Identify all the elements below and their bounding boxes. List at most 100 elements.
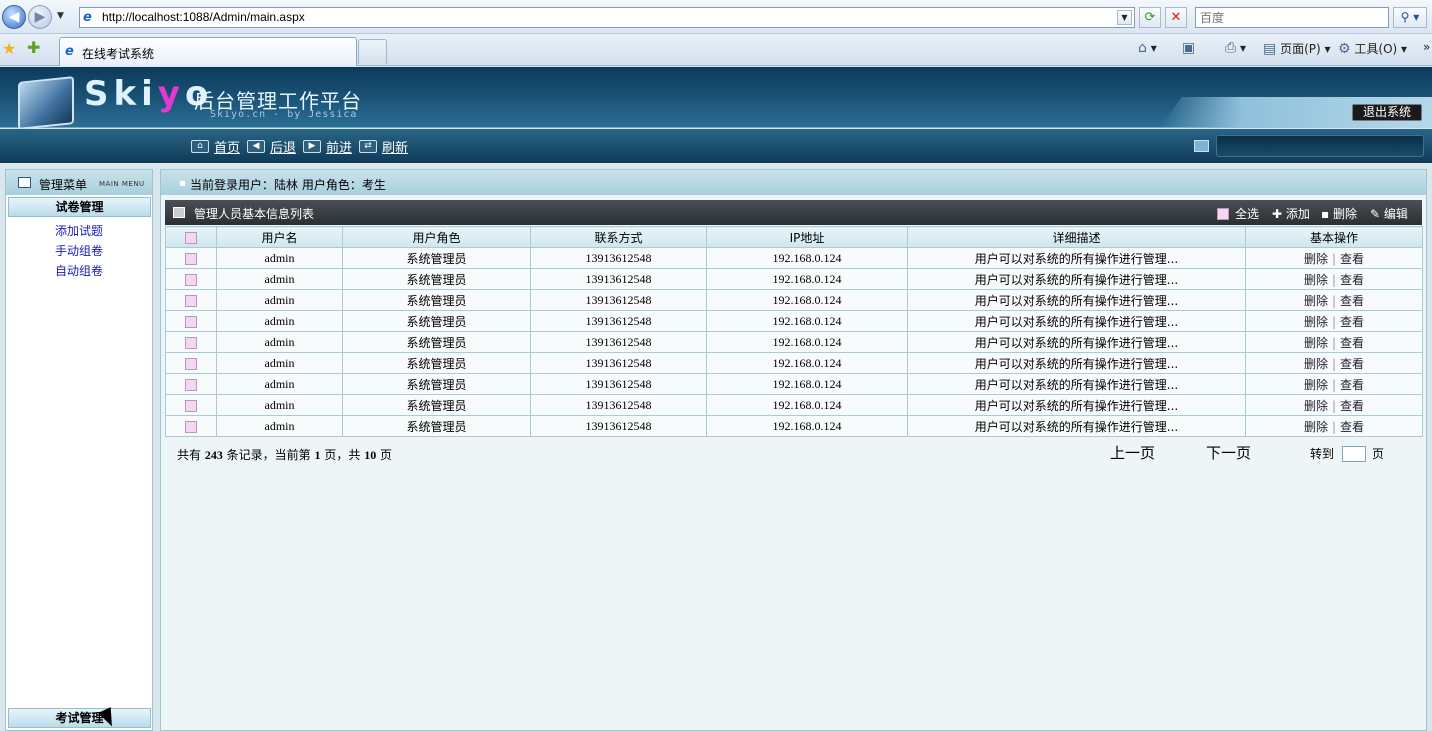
sidebar-item-manual-paper[interactable]: 手动组卷: [6, 242, 152, 259]
row-checkbox[interactable]: [185, 357, 197, 370]
prev-page-button[interactable]: 上一页: [1110, 442, 1155, 463]
nav-refresh-label[interactable]: 刷新: [382, 137, 408, 156]
home-icon[interactable]: ⌂ ▾: [1138, 40, 1157, 56]
favorites-star-icon[interactable]: ★: [2, 39, 16, 58]
cell-role: 系统管理员: [342, 310, 531, 332]
browser-stop-button[interactable]: ✕: [1165, 7, 1187, 28]
row-checkbox-cell[interactable]: [165, 268, 217, 290]
sidebar-section-exam[interactable]: 考试管理: [8, 708, 151, 728]
address-field[interactable]: e http://localhost:1088/Admin/main.aspx …: [79, 7, 1135, 28]
row-view-link[interactable]: 查看: [1340, 294, 1364, 308]
row-delete-link[interactable]: 删除: [1304, 378, 1328, 392]
sidebar-section-paper[interactable]: 试卷管理: [8, 197, 151, 217]
header-checkbox[interactable]: [185, 231, 197, 244]
delete-button[interactable]: ▪ 删除: [1321, 205, 1357, 222]
search-button[interactable]: ⚲ ▾: [1393, 7, 1427, 28]
search-input[interactable]: [1196, 8, 1388, 27]
nav-back-label[interactable]: 后退: [270, 137, 296, 156]
url-text[interactable]: http://localhost:1088/Admin/main.aspx: [102, 10, 305, 24]
sidebar-item-add-question[interactable]: 添加试题: [6, 222, 152, 239]
browser-refresh-button[interactable]: ⟳: [1139, 7, 1161, 28]
row-delete-link[interactable]: 删除: [1304, 294, 1328, 308]
row-checkbox-cell[interactable]: [165, 415, 217, 437]
select-all-button[interactable]: 全选: [1217, 205, 1259, 222]
add-button[interactable]: ✚ 添加: [1272, 205, 1310, 222]
row-checkbox-cell[interactable]: [165, 394, 217, 416]
page-menu[interactable]: ▤ 页面(P) ▾: [1263, 40, 1331, 57]
print-icon[interactable]: ⎙ ▾: [1225, 40, 1246, 56]
sidebar-item-auto-paper[interactable]: 自动组卷: [6, 262, 152, 279]
browser-forward-button[interactable]: ▶: [28, 5, 52, 29]
row-delete-link[interactable]: 删除: [1304, 357, 1328, 371]
nav-forward[interactable]: ▶ 前进: [303, 137, 352, 156]
row-delete-link[interactable]: 删除: [1304, 315, 1328, 329]
row-view-link[interactable]: 查看: [1340, 336, 1364, 350]
table-row: admin 系统管理员 13913612548 192.168.0.124 用户可以对系…: [165, 289, 1423, 311]
row-delete-link[interactable]: 删除: [1304, 336, 1328, 350]
edit-button[interactable]: ✎ 编辑: [1370, 205, 1408, 222]
row-view-link[interactable]: 查看: [1340, 357, 1364, 371]
row-view-link[interactable]: 查看: [1340, 273, 1364, 287]
row-checkbox[interactable]: [185, 378, 197, 391]
action-separator: |: [1331, 419, 1337, 434]
goto-page-input[interactable]: [1342, 445, 1367, 462]
row-checkbox[interactable]: [185, 336, 197, 349]
cell-ip: 192.168.0.124: [706, 415, 908, 437]
row-checkbox-cell[interactable]: [165, 352, 217, 374]
header-checkbox-cell[interactable]: [165, 226, 217, 248]
next-page-button[interactable]: 下一页: [1206, 442, 1251, 463]
row-checkbox[interactable]: [185, 252, 197, 265]
row-view-link[interactable]: 查看: [1340, 315, 1364, 329]
search-box[interactable]: [1195, 7, 1389, 28]
row-checkbox-cell[interactable]: [165, 289, 217, 311]
action-separator: |: [1331, 398, 1337, 413]
row-checkbox[interactable]: [185, 420, 197, 433]
row-view-link[interactable]: 查看: [1340, 252, 1364, 266]
pager-pages: 10: [364, 448, 377, 462]
nav-home-label[interactable]: 首页: [214, 137, 240, 156]
row-view-link[interactable]: 查看: [1340, 378, 1364, 392]
cell-contact: 13913612548: [530, 415, 707, 437]
goto-suffix: 页: [1372, 447, 1385, 461]
row-delete-link[interactable]: 删除: [1304, 420, 1328, 434]
cell-description: 用户可以对系统的所有操作进行管理...: [907, 394, 1246, 416]
row-view-link[interactable]: 查看: [1340, 420, 1364, 434]
nav-back[interactable]: ◀ 后退: [247, 137, 296, 156]
address-dropdown-icon[interactable]: ▼: [1117, 10, 1132, 25]
nav-refresh[interactable]: ⇄ 刷新: [359, 137, 408, 156]
row-delete-link[interactable]: 删除: [1304, 252, 1328, 266]
cell-description: 用户可以对系统的所有操作进行管理...: [907, 352, 1246, 374]
nav-home[interactable]: ⌂ 首页: [191, 137, 240, 156]
row-view-link[interactable]: 查看: [1340, 399, 1364, 413]
cell-description: 用户可以对系统的所有操作进行管理...: [907, 310, 1246, 332]
select-all-checkbox[interactable]: [1217, 207, 1229, 220]
sidebar-title: 管理菜单: [39, 178, 88, 192]
row-delete-link[interactable]: 删除: [1304, 399, 1328, 413]
row-checkbox-cell[interactable]: [165, 247, 217, 269]
nav-forward-label[interactable]: 前进: [326, 137, 352, 156]
row-delete-link[interactable]: 删除: [1304, 273, 1328, 287]
cell-contact: 13913612548: [530, 373, 707, 395]
row-checkbox-cell[interactable]: [165, 373, 217, 395]
row-checkbox[interactable]: [185, 294, 197, 307]
cell-description: 用户可以对系统的所有操作进行管理...: [907, 247, 1246, 269]
new-tab-button[interactable]: [358, 39, 387, 64]
banner: Skiyo 后台管理工作平台 Skiyo.cn - by Jessica 退出系…: [0, 67, 1432, 141]
browser-tab-active[interactable]: e 在线考试系统: [59, 37, 357, 66]
history-dropdown-icon[interactable]: ▼: [57, 11, 64, 21]
row-checkbox[interactable]: [185, 399, 197, 412]
add-favorites-icon[interactable]: ✚: [27, 38, 40, 57]
monitor-logo-icon: [18, 76, 74, 130]
row-checkbox[interactable]: [185, 315, 197, 328]
row-checkbox-cell[interactable]: [165, 331, 217, 353]
rss-feed-icon[interactable]: ▣: [1182, 40, 1195, 56]
more-chevron-icon[interactable]: »: [1423, 40, 1430, 54]
pager-prefix: 共有: [177, 448, 202, 462]
row-checkbox-cell[interactable]: [165, 310, 217, 332]
tools-menu[interactable]: ⚙ 工具(O) ▾: [1338, 40, 1407, 57]
data-table: 用户名 用户角色 联系方式 IP地址 详细描述 基本操作 admin 系统管理员 1…: [165, 226, 1423, 437]
browser-back-button[interactable]: ◀: [2, 5, 26, 29]
tab-title: 在线考试系统: [82, 47, 155, 61]
row-checkbox[interactable]: [185, 273, 197, 286]
logout-button[interactable]: 退出系统: [1352, 104, 1422, 121]
